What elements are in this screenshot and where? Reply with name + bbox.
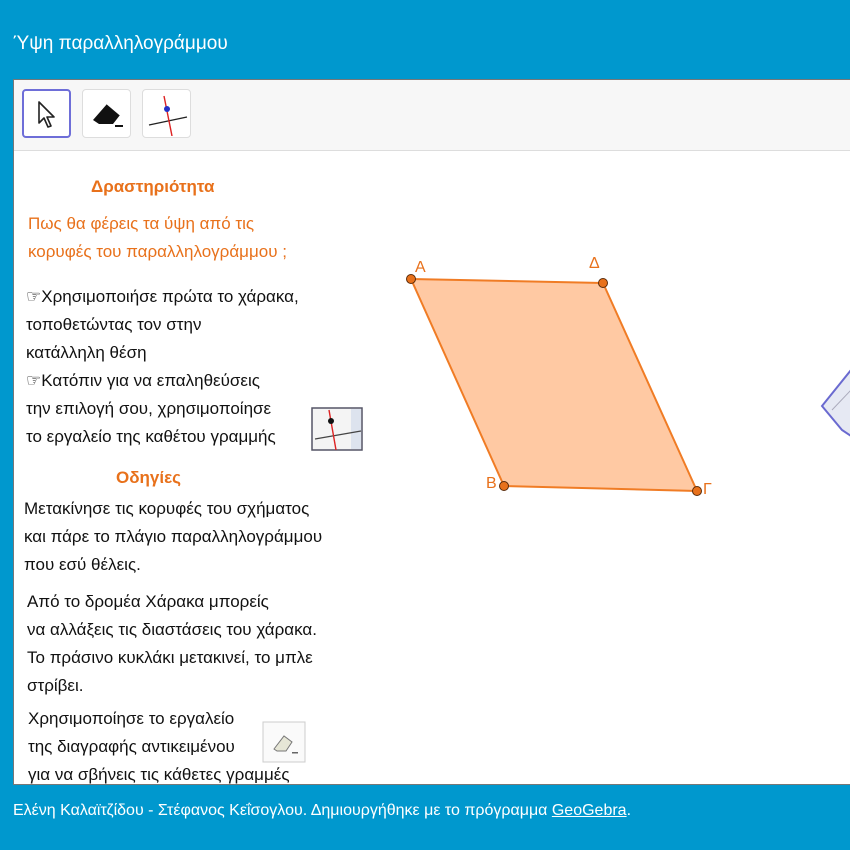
instruction-line: για να σβήνεις τις κάθετες γραμμές — [28, 765, 290, 784]
perpendicular-line-icon — [148, 95, 187, 136]
step-line: ☞Χρησιμοποιήσε πρώτα το χάρακα, — [26, 287, 299, 306]
move-tool-button[interactable] — [22, 89, 71, 138]
instruction-line: Το πράσινο κυκλάκι μετακινεί, το μπλε — [27, 648, 313, 667]
arrow-cursor-icon — [37, 100, 55, 128]
parallelogram — [410, 278, 698, 492]
instruction-line: Χρησιμοποίησε το εργαλείο — [28, 709, 235, 728]
instruction-line: Από το δρομέα Χάρακα μπορείς — [27, 592, 269, 611]
footer-credits: Ελένη Καλαϊτζίδου - Στέφανος Κεΐσογλου. … — [13, 802, 552, 819]
label-g: Γ — [703, 481, 712, 498]
step-line: ☞Κατόπιν για να επαληθεύσεις — [26, 371, 260, 390]
instruction-line: και πάρε το πλάγιο παραλληλογράμμου — [24, 527, 323, 546]
label-d: Δ — [589, 255, 600, 272]
ruler-corner — [820, 369, 850, 437]
instructions-heading: Οδηγίες — [116, 468, 182, 487]
instruction-line: Μετακίνησε τις κορυφές του σχήματος — [24, 499, 310, 518]
step-line: την επιλογή σου, χρησιμοποίησε — [26, 399, 272, 418]
instruction-line: να αλλάξεις τις διαστάσεις του χάρακα. — [27, 620, 317, 639]
geogebra-applet: Δραστηριότητα Πως θα φέρεις τα ύψη από τ… — [13, 79, 850, 785]
instruction-line: που εσύ θέλεις. — [24, 555, 141, 574]
step-line: τοποθετώντας τον στην — [26, 315, 202, 334]
instruction-line: στρίβει. — [27, 676, 84, 695]
vertex-a — [406, 274, 416, 284]
instruction-line: της διαγραφής αντικειμένου — [28, 737, 235, 756]
footer-end: . — [626, 802, 632, 819]
eraser-icon — [92, 103, 123, 127]
question-line-2: κορυφές του παραλληλογράμμου ; — [28, 242, 287, 261]
geogebra-link[interactable]: GeoGebra — [552, 802, 627, 819]
label-b: Β — [486, 475, 497, 492]
step-line: κατάλληλη θέση — [26, 343, 147, 362]
label-a: A — [415, 259, 426, 276]
delete-tool-button[interactable] — [82, 89, 131, 138]
vertex-b — [499, 481, 509, 491]
question-line-1: Πως θα φέρεις τα ύψη από τις — [28, 214, 255, 233]
toolbar — [14, 80, 850, 151]
perpendicular-line-tool-button[interactable] — [142, 89, 191, 138]
app-title: Ύψη παραλληλογράμμου — [13, 33, 228, 54]
activity-heading: Δραστηριότητα — [91, 177, 215, 196]
eraser-icon — [262, 721, 306, 768]
perpendicular-line-icon — [311, 407, 363, 456]
step-line: το εργαλείο της καθέτου γραμμής — [26, 427, 276, 446]
vertex-d — [598, 278, 608, 288]
vertex-g — [692, 486, 702, 496]
footer: Ελένη Καλαϊτζίδου - Στέφανος Κεΐσογλου. … — [13, 802, 631, 820]
